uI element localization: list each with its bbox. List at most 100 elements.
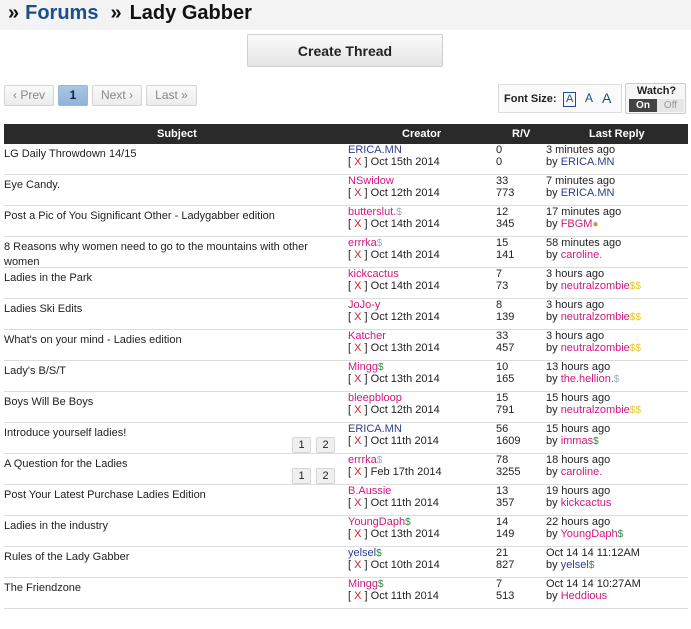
created-date: [ X ] Oct 14th 2014 [348,249,440,261]
creator-name[interactable]: kickcactus [348,268,399,280]
close-icon[interactable]: [ X ] [348,342,371,354]
breadcrumb-forums-link[interactable]: Forums [25,2,98,24]
last-reply-user-link[interactable]: yelsel [561,559,589,571]
creator-link[interactable]: errrka$ [348,454,442,466]
close-icon[interactable]: [ X ] [348,280,371,292]
last-reply-user-link[interactable]: Heddious [561,590,607,602]
thread-subject-link[interactable]: What's on your mind - Ladies edition [4,333,334,348]
creator-name[interactable]: NSwidow [348,175,394,187]
creator-name[interactable]: Katcher [348,330,386,342]
close-icon[interactable]: [ X ] [348,187,371,199]
close-icon[interactable]: [ X ] [348,590,371,602]
thread-subject-link[interactable]: Lady's B/S/T [4,364,334,379]
last-reply-user-link[interactable]: immas [561,435,593,447]
creator-link[interactable]: ERICA.MN [348,144,440,156]
creator-link[interactable]: ERICA.MN [348,423,439,435]
last-reply-user-link[interactable]: YoungDaph [560,528,617,540]
creator-name[interactable]: errrka [348,237,377,249]
last-reply-user-link[interactable]: neutralzombie [561,280,630,292]
creator-name[interactable]: YoungDaph [348,516,405,528]
view-count: 141 [496,249,515,261]
thread-page-link[interactable]: 2 [316,468,335,484]
last-reply-user-link[interactable]: neutralzombie [561,311,630,323]
thread-subject-link[interactable]: Post a Pic of You Significant Other - La… [4,209,334,224]
thread-subject-link[interactable]: Rules of the Lady Gabber [4,550,334,565]
creator-link[interactable]: YoungDaph$ [348,516,440,528]
thread-subject-link[interactable]: Ladies in the Park [4,271,334,286]
creator-link[interactable]: NSwidow [348,175,440,187]
last-page-button[interactable]: Last » [146,85,197,106]
creator-link[interactable]: butterslut.$ [348,206,440,218]
thread-page-link[interactable]: 2 [316,437,335,453]
close-icon[interactable]: [ X ] [348,249,371,261]
creator-name[interactable]: JoJo-y [348,299,380,311]
header-creator[interactable]: Creator [402,128,441,140]
last-reply-user-link[interactable]: kickcactus [561,497,612,509]
thread-subject-link[interactable]: 8 Reasons why women need to go to the mo… [4,240,334,270]
creator-link[interactable]: Mingg$ [348,361,440,373]
creator-name[interactable]: B.Aussie [348,485,391,497]
creator-name[interactable]: bleepbloop [348,392,402,404]
thread-subject-link[interactable]: Eye Candy. [4,178,334,193]
header-rv[interactable]: R/V [512,128,530,140]
creator-name[interactable]: Mingg [348,578,378,590]
close-icon[interactable]: [ X ] [348,435,371,447]
prev-page-button[interactable]: ‹ Prev [4,85,54,106]
creator-link[interactable]: yelsel$ [348,547,440,559]
last-reply-user-link[interactable]: neutralzombie [561,342,630,354]
table-row: LG Daily Throwdown 14/15 ERICA.MN [ X ] O… [4,144,688,175]
creator-name[interactable]: errrka [348,454,377,466]
close-icon[interactable]: [ X ] [348,528,371,540]
creator-link[interactable]: Katcher [348,330,440,342]
close-icon[interactable]: [ X ] [348,373,371,385]
page-1-button[interactable]: 1 [58,85,88,106]
last-reply-by: by caroline. [546,466,603,478]
creator-link[interactable]: B.Aussie [348,485,439,497]
header-subject[interactable]: Subject [157,128,197,140]
thread-subject-link[interactable]: Introduce yourself ladies! [4,426,334,441]
close-icon[interactable]: [ X ] [348,466,371,478]
thread-subject-link[interactable]: A Question for the Ladies [4,457,334,472]
creator-name[interactable]: ERICA.MN [348,423,402,435]
thread-page-link[interactable]: 1 [292,437,311,453]
creator-link[interactable]: JoJo-y [348,299,440,311]
thread-subject-link[interactable]: The Friendzone [4,581,334,596]
creator-link[interactable]: kickcactus [348,268,440,280]
thread-subject-link[interactable]: Boys Will Be Boys [4,395,334,410]
watch-off-button[interactable]: Off [657,99,684,112]
last-reply-user-link[interactable]: caroline. [561,249,603,261]
thread-subject-link[interactable]: Ladies Ski Edits [4,302,334,317]
last-reply-user-link[interactable]: FBGM [561,218,593,230]
font-size-medium-button[interactable]: A [585,91,593,105]
creator-link[interactable]: Mingg$ [348,578,439,590]
last-reply-user-link[interactable]: caroline. [561,466,603,478]
creator-name[interactable]: Mingg [348,361,378,373]
next-page-button[interactable]: Next › [92,85,142,106]
creator-link[interactable]: errrka$ [348,237,440,249]
create-thread-button[interactable]: Create Thread [247,34,443,67]
creator-name[interactable]: ERICA.MN [348,144,402,156]
creator-name[interactable]: yelsel [348,547,376,559]
close-icon[interactable]: [ X ] [348,156,371,168]
watch-on-button[interactable]: On [629,99,657,112]
creator-link[interactable]: bleepbloop [348,392,440,404]
close-icon[interactable]: [ X ] [348,218,371,230]
thread-subject-link[interactable]: LG Daily Throwdown 14/15 [4,147,334,162]
close-icon[interactable]: [ X ] [348,311,371,323]
last-reply-user-link[interactable]: ERICA.MN [561,156,615,168]
reply-count: 33 [496,175,509,187]
thread-subject-link[interactable]: Ladies in the industry [4,519,334,534]
last-reply-time: 3 hours ago [546,299,605,311]
font-size-large-button[interactable]: A [602,90,611,106]
header-last-reply[interactable]: Last Reply [589,128,645,140]
close-icon[interactable]: [ X ] [348,559,371,571]
last-reply-user-link[interactable]: neutralzombie [561,404,630,416]
last-reply-user-link[interactable]: the.hellion. [561,373,614,385]
creator-name[interactable]: butterslut. [348,206,396,218]
thread-page-link[interactable]: 1 [292,468,311,484]
thread-subject-link[interactable]: Post Your Latest Purchase Ladies Edition [4,488,334,503]
font-size-small-button[interactable]: A [563,92,577,107]
close-icon[interactable]: [ X ] [348,404,371,416]
close-icon[interactable]: [ X ] [348,497,371,509]
last-reply-user-link[interactable]: ERICA.MN [561,187,615,199]
